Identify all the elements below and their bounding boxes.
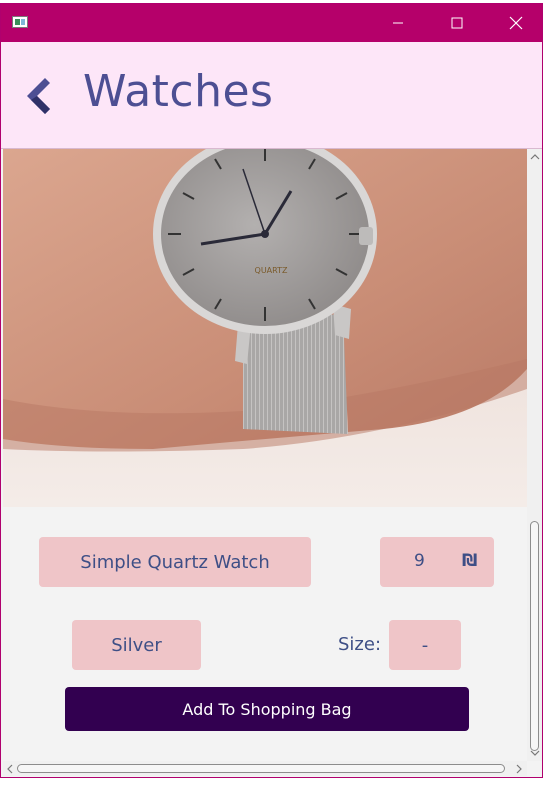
vertical-scrollbar[interactable] xyxy=(527,149,542,761)
page-header: Watches xyxy=(1,42,542,149)
size-label: Size: xyxy=(338,634,382,655)
color-value: Silver xyxy=(111,634,162,656)
app-icon xyxy=(12,16,28,28)
vertical-scroll-thumb[interactable] xyxy=(530,521,539,751)
color-field: Silver xyxy=(72,620,201,670)
maximize-button[interactable] xyxy=(434,4,480,42)
scroll-left-icon[interactable] xyxy=(4,763,16,775)
chevron-left-icon xyxy=(27,78,50,114)
product-image: QUARTZ xyxy=(3,149,527,507)
close-button[interactable] xyxy=(493,4,539,42)
page-title: Watches xyxy=(83,66,274,117)
dial-label: QUARTZ xyxy=(255,266,288,275)
currency-symbol: ₪ xyxy=(462,551,478,571)
product-name-field: Simple Quartz Watch xyxy=(39,537,311,587)
title-bar xyxy=(1,4,542,42)
horizontal-scrollbar[interactable] xyxy=(3,761,527,776)
size-selector[interactable]: - xyxy=(389,620,461,670)
maximize-icon xyxy=(451,17,463,29)
scroll-right-icon[interactable] xyxy=(513,763,525,775)
scroll-down-icon[interactable] xyxy=(529,747,541,759)
back-button[interactable] xyxy=(23,76,55,116)
app-window: Watches QUARTZ Simple Quartz Watch 9 ₪ S… xyxy=(0,3,543,778)
scroll-up-icon[interactable] xyxy=(529,151,541,163)
add-to-bag-button[interactable]: Add To Shopping Bag xyxy=(65,687,469,731)
product-name: Simple Quartz Watch xyxy=(80,551,270,573)
add-to-bag-label: Add To Shopping Bag xyxy=(182,699,352,719)
minimize-icon xyxy=(393,22,403,24)
price-field: 9 ₪ xyxy=(380,537,494,587)
minimize-button[interactable] xyxy=(375,4,421,42)
close-icon xyxy=(509,16,523,30)
price-value: 9 xyxy=(414,551,425,571)
horizontal-scroll-thumb[interactable] xyxy=(17,764,505,773)
size-value: - xyxy=(421,634,429,656)
